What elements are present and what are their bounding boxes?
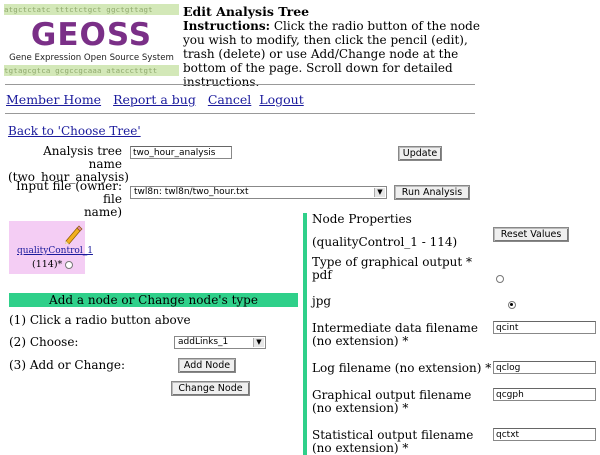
- graph-type-pdf-radio[interactable]: [496, 274, 504, 283]
- input-file-label-line2: name): [83, 205, 122, 219]
- divider-nav: [5, 113, 475, 114]
- graph-type-pdf-label: pdf: [312, 268, 332, 282]
- logo-wordmark: GEOSS: [30, 17, 153, 53]
- geoss-logo: atgctctatc tttctctgct ggctgttagt GEOSS G…: [4, 4, 179, 76]
- tree-node-radio[interactable]: [65, 260, 74, 269]
- properties-title: Node Properties: [312, 212, 412, 226]
- nav-logout[interactable]: Logout: [259, 92, 303, 107]
- tree-node-id: (114)*: [32, 259, 74, 270]
- step2-text: (2) Choose:: [9, 335, 79, 349]
- intermediate-filename-label: Intermediate data filename (no extension…: [312, 321, 478, 348]
- node-type-select[interactable]: addLinks_1 ▼: [174, 336, 266, 349]
- graphical-filename-label: Graphical output filename (no extension)…: [312, 388, 472, 415]
- step3-text: (3) Add or Change:: [9, 358, 126, 372]
- step1-text: (1) Click a radio button above: [9, 313, 191, 327]
- back-to-choose-tree-link[interactable]: Back to 'Choose Tree': [8, 124, 141, 138]
- graph-type-jpg-radio[interactable]: [507, 300, 516, 309]
- input-file-label-line1: Input file (owner: file: [15, 179, 122, 206]
- divider-top: [5, 84, 475, 85]
- graph-type-label: Type of graphical output *: [312, 255, 473, 269]
- nav-bar: Member Home Report a bug Cancel Logout: [6, 92, 312, 107]
- update-button[interactable]: Update: [398, 146, 442, 161]
- input-file-label: Input file (owner: file name): [8, 180, 122, 219]
- reset-values-button[interactable]: Reset Values: [493, 227, 569, 242]
- tree-node-link[interactable]: qualityControl_1: [17, 246, 93, 256]
- log-filename-label: Log filename (no extension) *: [312, 361, 492, 375]
- chevron-down-icon: ▼: [374, 188, 385, 197]
- tree-name-label-line1: Analysis tree name: [43, 144, 122, 171]
- statistical-filename-input[interactable]: [493, 428, 596, 441]
- node-type-value: addLinks_1: [178, 337, 229, 347]
- instructions: Instructions: Click the radio button of …: [183, 19, 483, 89]
- statistical-filename-label: Statistical output filename (no extensio…: [312, 428, 474, 455]
- logo-subtitle: Gene Expression Open Source System: [9, 53, 174, 63]
- intermediate-filename-input[interactable]: [493, 321, 596, 334]
- graph-type-jpg-label: jpg: [312, 294, 332, 308]
- logo-dna-top: atgctctatc tttctctgct ggctgttagt: [4, 4, 179, 15]
- tree-name-input[interactable]: [130, 146, 232, 159]
- nav-member-home[interactable]: Member Home: [6, 92, 101, 107]
- input-file-select[interactable]: twl8n: twl8n/two_hour.txt ▼: [130, 186, 387, 199]
- nav-cancel[interactable]: Cancel: [208, 92, 251, 107]
- properties-node-id: (qualityControl_1 - 114): [312, 235, 458, 249]
- tree-node-id-text: (114)*: [32, 259, 63, 270]
- logo-dna-bottom: tgtagcgtca gcgccgcaaa atacccttgtt: [4, 65, 179, 76]
- instructions-label: Instructions:: [183, 19, 271, 33]
- run-analysis-button[interactable]: Run Analysis: [394, 185, 470, 200]
- change-node-button[interactable]: Change Node: [171, 381, 250, 396]
- page-title: Edit Analysis Tree: [183, 4, 310, 19]
- input-file-value: twl8n: twl8n/two_hour.txt: [134, 187, 249, 197]
- nav-report-bug[interactable]: Report a bug: [113, 92, 196, 107]
- properties-divider: [303, 213, 307, 455]
- add-change-header: Add a node or Change node's type: [9, 293, 298, 307]
- add-node-button[interactable]: Add Node: [178, 358, 236, 373]
- chevron-down-icon: ▼: [253, 338, 264, 347]
- tree-node-box: qualityControl_1 (114)*: [9, 221, 93, 274]
- graphical-filename-input[interactable]: [493, 388, 596, 401]
- pencil-icon[interactable]: [62, 223, 84, 245]
- log-filename-input[interactable]: [493, 361, 596, 374]
